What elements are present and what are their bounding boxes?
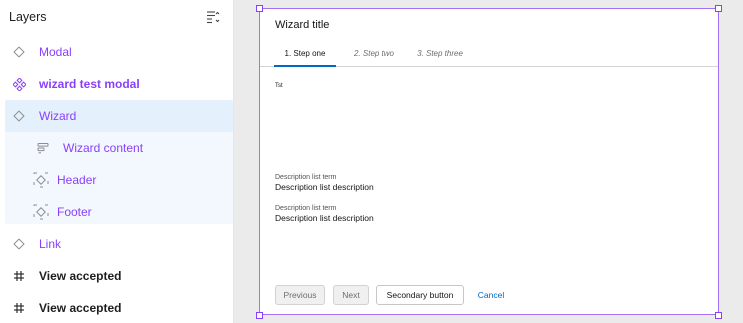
description-list-term: Description list term <box>275 174 337 181</box>
next-button[interactable]: Next <box>333 285 369 305</box>
description-list-group: Description list term Description list d… <box>275 205 374 223</box>
layer-item-wizard-content[interactable]: Wizard content <box>5 132 233 164</box>
diamond-outline-icon <box>11 108 27 124</box>
resize-handle-bottom-right[interactable] <box>715 312 722 319</box>
layers-panel: Layers Modal wizard test modal Wizard Wi… <box>0 0 234 323</box>
layers-title: Layers <box>9 10 47 24</box>
layer-item-view-accepted[interactable]: View accepted <box>5 260 233 292</box>
dashed-diamond-icon <box>33 172 49 188</box>
tab-step-one[interactable]: 1. Step one <box>274 45 336 67</box>
resize-handle-top-left[interactable] <box>256 5 263 12</box>
layer-label: View accepted <box>39 301 122 315</box>
wizard-title: Wizard title <box>275 19 330 31</box>
layer-item-modal[interactable]: Modal <box>5 36 233 68</box>
wizard-tabs: 1. Step one 2. Step two 3. Step three <box>260 45 718 67</box>
component-icon <box>11 76 27 92</box>
layer-label: Link <box>39 237 62 251</box>
layer-item-view-accepted[interactable]: View accepted <box>5 292 233 323</box>
tab-step-three[interactable]: 3. Step three <box>410 45 470 67</box>
frame-icon <box>35 140 51 156</box>
layer-label: Header <box>57 173 97 187</box>
layer-item-wizard-test-modal[interactable]: wizard test modal <box>5 68 233 100</box>
wizard-body-text: Tst <box>275 83 283 89</box>
description-list-description: Description list description <box>275 213 374 223</box>
hash-icon <box>11 300 27 316</box>
layer-label: Wizard <box>39 109 77 123</box>
secondary-button[interactable]: Secondary button <box>376 285 464 305</box>
previous-button[interactable]: Previous <box>275 285 325 305</box>
dashed-diamond-icon <box>33 204 49 220</box>
layer-label: wizard test modal <box>39 77 140 91</box>
layer-item-footer[interactable]: Footer <box>5 196 233 228</box>
diamond-outline-icon <box>11 44 27 60</box>
layer-label: Wizard content <box>63 141 144 155</box>
cancel-link[interactable]: Cancel <box>474 285 508 305</box>
hash-icon <box>11 268 27 284</box>
description-list-group: Description list term Description list d… <box>275 174 374 192</box>
collapse-all-icon[interactable] <box>206 10 220 24</box>
layer-label: View accepted <box>39 269 122 283</box>
resize-handle-bottom-left[interactable] <box>256 312 263 319</box>
description-list-term: Description list term <box>275 205 337 212</box>
layer-item-header[interactable]: Header <box>5 164 233 196</box>
layer-label: Footer <box>57 205 92 219</box>
tab-step-two[interactable]: 2. Step two <box>346 45 402 67</box>
description-list-description: Description list description <box>275 182 374 192</box>
layer-label: Modal <box>39 45 72 59</box>
diamond-outline-icon <box>11 236 27 252</box>
layer-item-wizard[interactable]: Wizard <box>5 100 233 132</box>
layers-header: Layers <box>0 0 233 34</box>
wizard-modal-frame[interactable]: Wizard title 1. Step one 2. Step two 3. … <box>259 8 719 315</box>
layer-item-link[interactable]: Link <box>5 228 233 260</box>
resize-handle-top-right[interactable] <box>715 5 722 12</box>
